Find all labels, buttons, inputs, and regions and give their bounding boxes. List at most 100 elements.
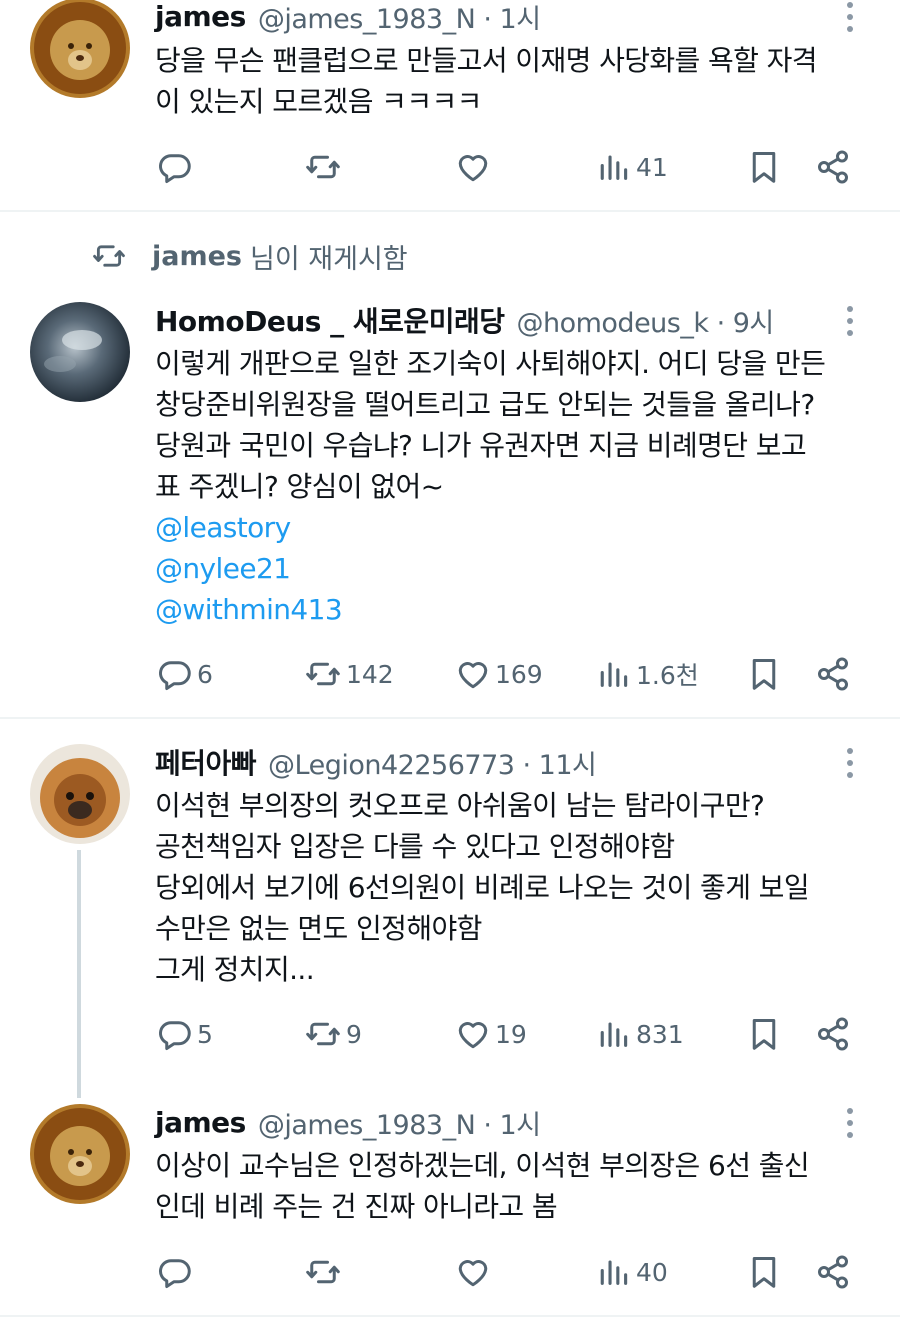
like-button[interactable]: 19	[455, 1012, 527, 1056]
repost-icon	[304, 149, 342, 185]
like-icon	[455, 1254, 491, 1290]
post-text-line: 그게 정치지...	[155, 953, 315, 986]
like-count: 19	[495, 1019, 527, 1049]
bookmark-button[interactable]	[746, 652, 782, 696]
thread-line	[77, 850, 81, 1098]
author-handle[interactable]: @Legion42256773 · 11시	[268, 743, 597, 782]
views-count: 1.6천	[636, 661, 699, 690]
avatar[interactable]	[30, 744, 130, 844]
author-name[interactable]: james	[155, 0, 246, 33]
repost-count: 9	[346, 1019, 362, 1049]
repost-button[interactable]	[304, 145, 346, 189]
post-text-line: 인데 비례 주는 건 진짜 아니라고 봄	[155, 1190, 558, 1223]
share-icon	[815, 1254, 851, 1290]
views-button[interactable]: 41	[598, 145, 668, 189]
divider	[0, 210, 900, 212]
post-text: 당을 무슨 팬클럽으로 만들고서 이재명 사당화를 욕할 자격 이 있는지 모르…	[155, 40, 875, 122]
reply-button[interactable]	[157, 145, 197, 189]
bookmark-button[interactable]	[746, 1250, 782, 1294]
post-text-line: 창당준비위원장을 떨어트리고 급도 안되는 것들을 올리나?	[155, 388, 815, 421]
share-button[interactable]	[815, 652, 851, 696]
repost-icon	[90, 239, 128, 273]
avatar[interactable]	[30, 1104, 130, 1204]
bookmark-icon	[746, 656, 782, 692]
repost-icon	[304, 1254, 342, 1290]
views-count: 41	[636, 152, 668, 182]
share-button[interactable]	[815, 145, 851, 189]
reply-button[interactable]	[157, 1250, 197, 1294]
post-text-line: 공천책임자 입장은 다를 수 있다고 인정해야함	[155, 830, 675, 863]
avatar[interactable]	[30, 0, 130, 98]
mention-link[interactable]: @nylee21	[155, 548, 875, 589]
views-button[interactable]: 1.6천	[598, 652, 699, 696]
share-button[interactable]	[815, 1012, 851, 1056]
author-name[interactable]: HomoDeus _ 새로운미래당	[155, 300, 505, 340]
reply-icon	[157, 656, 193, 692]
divider	[0, 717, 900, 719]
author-handle[interactable]: @james_1983_N · 1시	[258, 0, 541, 36]
views-button[interactable]: 831	[598, 1012, 684, 1056]
repost-button[interactable]	[304, 1250, 346, 1294]
mention-link[interactable]: @withmin413	[155, 589, 875, 630]
bookmark-button[interactable]	[746, 1012, 782, 1056]
post-text-line: 표 주겠니? 양심이 없어~	[155, 470, 444, 503]
post-header: james @james_1983_N · 1시	[155, 0, 541, 36]
repost-button[interactable]: 9	[304, 1012, 362, 1056]
author-handle[interactable]: @homodeus_k · 9시	[516, 301, 774, 340]
reply-icon	[157, 1254, 193, 1290]
bookmark-icon	[746, 149, 782, 185]
post-text: 이상이 교수님은 인정하겠는데, 이석현 부의장은 6선 출신 인데 비례 주는…	[155, 1145, 875, 1227]
views-icon	[598, 1254, 632, 1290]
bookmark-icon	[746, 1254, 782, 1290]
mention-link[interactable]: @leastory	[155, 507, 875, 548]
like-icon	[455, 656, 491, 692]
author-handle[interactable]: @james_1983_N · 1시	[258, 1103, 541, 1142]
like-icon	[455, 149, 491, 185]
post-header: 페터아빠 @Legion42256773 · 11시	[155, 742, 597, 782]
share-icon	[815, 656, 851, 692]
views-count: 40	[636, 1257, 668, 1287]
repost-note-text: 님이 재게시함	[250, 243, 408, 275]
reposter-name[interactable]: james	[152, 241, 242, 272]
post-text-line: 이상이 교수님은 인정하겠는데, 이석현 부의장은 6선 출신	[155, 1149, 810, 1182]
action-bar: 6 142 169 1.6천	[0, 652, 900, 696]
post-text: 이렇게 개판으로 일한 조기숙이 사퇴해야지. 어디 당을 만든 창당준비위원장…	[155, 343, 875, 630]
repost-button[interactable]: 142	[304, 652, 394, 696]
views-button[interactable]: 40	[598, 1250, 668, 1294]
like-icon	[455, 1016, 491, 1052]
more-icon[interactable]	[838, 301, 862, 341]
reply-button[interactable]: 5	[157, 1012, 213, 1056]
reply-icon	[157, 1016, 193, 1052]
like-button[interactable]: 169	[455, 652, 543, 696]
like-button[interactable]	[455, 1250, 495, 1294]
reply-button[interactable]: 6	[157, 652, 213, 696]
repost-count: 142	[346, 659, 394, 689]
repost-icon	[304, 656, 342, 692]
post-text-line: 당외에서 보기에 6선의원이 비례로 나오는 것이 좋게 보일	[155, 871, 810, 904]
post-text-line: 당을 무슨 팬클럽으로 만들고서 이재명 사당화를 욕할 자격	[155, 44, 818, 77]
more-icon[interactable]	[838, 743, 862, 783]
more-icon[interactable]	[838, 0, 862, 37]
divider	[0, 1315, 900, 1317]
post-text-line: 이 있는지 모르겠음 ㅋㅋㅋㅋ	[155, 85, 482, 118]
bookmark-icon	[746, 1016, 782, 1052]
like-count: 169	[495, 659, 543, 689]
views-icon	[598, 1016, 632, 1052]
like-button[interactable]	[455, 145, 495, 189]
repost-icon	[304, 1016, 342, 1052]
share-button[interactable]	[815, 1250, 851, 1294]
reply-count: 5	[197, 1019, 213, 1049]
more-icon[interactable]	[838, 1103, 862, 1143]
avatar[interactable]	[30, 302, 130, 402]
action-bar: 5 9 19 831	[0, 1012, 900, 1056]
action-bar: 41	[0, 145, 900, 189]
post-text-line: 당원과 국민이 우습냐? 니가 유권자면 지금 비례명단 보고	[155, 429, 807, 462]
post-text: 이석현 부의장의 컷오프로 아쉬움이 남는 탐라이구만? 공천책임자 입장은 다…	[155, 785, 875, 990]
author-name[interactable]: 페터아빠	[155, 742, 257, 782]
bookmark-button[interactable]	[746, 145, 782, 189]
post-text-line: 이렇게 개판으로 일한 조기숙이 사퇴해야지. 어디 당을 만든	[155, 347, 826, 380]
post-text-line: 수만은 없는 면도 인정해야함	[155, 912, 482, 945]
repost-note: james 님이 재게시함	[90, 236, 408, 276]
author-name[interactable]: james	[155, 1106, 246, 1139]
views-icon	[598, 656, 632, 692]
